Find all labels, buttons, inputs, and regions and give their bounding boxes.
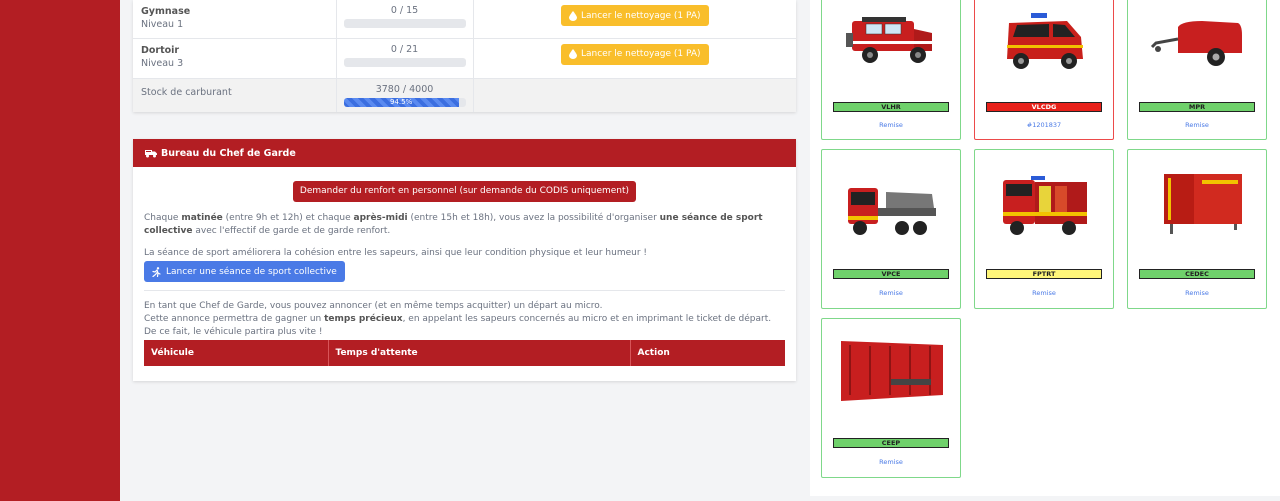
resource-level: Niveau 1 xyxy=(141,19,184,30)
vehicle-card-cedec[interactable]: CEDEC Remise xyxy=(1127,149,1267,309)
vehicle-image xyxy=(1164,174,1242,234)
resource-count: 0 / 15 xyxy=(390,5,419,16)
column-header-vehicle: Véhicule xyxy=(144,340,329,366)
vehicle-label: FPTRT xyxy=(986,269,1102,279)
sidebar xyxy=(0,0,120,501)
sport-effect-text: La séance de sport améliorera la cohésio… xyxy=(144,248,648,258)
vehicle-status[interactable]: Remise xyxy=(1128,289,1266,297)
resource-level: Niveau 3 xyxy=(141,57,184,69)
vehicle-status[interactable]: Remise xyxy=(822,458,960,466)
fuel-progress-fill: 94.5% xyxy=(343,97,459,107)
sport-button-label: Lancer une séance de sport collective xyxy=(166,266,337,277)
resource-row-dortoir: Dortoir Niveau 3 0 / 21 Lancer le nettoy… xyxy=(133,38,796,79)
vehicle-label: VLHR xyxy=(833,102,949,112)
water-drop-icon xyxy=(568,49,577,59)
vehicle-status[interactable]: Remise xyxy=(822,121,960,129)
fuel-label: Stock de carburant xyxy=(141,86,232,98)
departures-table: Véhicule Temps d'attente Action xyxy=(144,340,785,366)
bureau-title: Bureau du Chef de Garde xyxy=(161,147,296,159)
progress-bar xyxy=(343,57,466,67)
vehicle-label: CEEP xyxy=(833,438,949,448)
resource-row-gymnase: Gymnase Niveau 1 0 / 15 Lancer le nettoy… xyxy=(133,0,796,39)
fire-truck-icon xyxy=(145,149,157,157)
resources-table: Gymnase Niveau 1 0 / 15 Lancer le nettoy… xyxy=(133,0,796,112)
clean-button-label: Lancer le nettoyage (1 PA) xyxy=(580,10,701,21)
vehicle-image xyxy=(1007,13,1083,69)
resource-row-fuel: Stock de carburant 3780 / 4000 94.5% xyxy=(133,78,796,112)
vehicle-image xyxy=(1150,21,1242,66)
request-reinforcement-button[interactable]: Demander du renfort en personnel (sur de… xyxy=(292,181,637,202)
running-person-icon xyxy=(152,266,161,277)
resource-count: 0 / 21 xyxy=(390,43,419,55)
vehicle-card-vlcdg[interactable]: VLCDG #1201837 xyxy=(974,0,1114,140)
fuel-count: 3780 / 4000 xyxy=(375,83,434,95)
vehicle-image xyxy=(1003,176,1087,235)
column-header-wait-time: Temps d'attente xyxy=(328,340,631,366)
progress-bar xyxy=(343,19,466,28)
vehicle-card-mpr[interactable]: MPR Remise xyxy=(1127,0,1267,140)
vehicle-card-vlhr[interactable]: VLHR Remise xyxy=(821,0,961,140)
bureau-header: Bureau du Chef de Garde xyxy=(133,139,796,167)
vehicle-image xyxy=(848,188,936,235)
vehicle-status[interactable]: #1201837 xyxy=(975,121,1113,129)
column-header-action: Action xyxy=(630,340,785,366)
vehicles-panel: VLHR Remise VLCDG #1201837 MPR Remise VP… xyxy=(810,0,1280,496)
departure-benefit-text: Cette annonce permettra de gagner un tem… xyxy=(144,314,772,337)
vehicle-label: VPCE xyxy=(833,269,949,279)
departure-announce-text: En tant que Chef de Garde, vous pouvez a… xyxy=(144,301,603,311)
vehicle-image xyxy=(841,341,943,401)
clean-button[interactable]: Lancer le nettoyage (1 PA) xyxy=(560,5,709,26)
divider xyxy=(144,290,785,291)
vehicle-image xyxy=(846,17,932,63)
vehicle-status[interactable]: Remise xyxy=(1128,121,1266,129)
vehicle-label: MPR xyxy=(1139,102,1255,112)
vehicle-label: CEDEC xyxy=(1139,269,1255,279)
fuel-progress-bar: 94.5% xyxy=(343,97,466,107)
clean-button-label: Lancer le nettoyage (1 PA) xyxy=(580,49,701,59)
bureau-card: Bureau du Chef de Garde Demander du renf… xyxy=(133,139,796,381)
clean-button[interactable]: Lancer le nettoyage (1 PA) xyxy=(560,43,709,65)
vehicle-status[interactable]: Remise xyxy=(975,289,1113,297)
vehicle-status[interactable]: Remise xyxy=(822,289,960,297)
water-drop-icon xyxy=(568,10,577,21)
vehicle-card-fptrt[interactable]: FPTRT Remise xyxy=(974,149,1114,309)
resources-card: Gymnase Niveau 1 0 / 15 Lancer le nettoy… xyxy=(133,0,796,112)
resource-name: Dortoir xyxy=(141,44,180,56)
vehicle-card-vpce[interactable]: VPCE Remise xyxy=(821,149,961,309)
start-sport-session-button[interactable]: Lancer une séance de sport collective xyxy=(144,261,345,282)
sport-description: Chaque matinée (entre 9h et 12h) et chaq… xyxy=(144,213,763,236)
vehicle-label: VLCDG xyxy=(986,102,1102,112)
resource-name: Gymnase xyxy=(141,6,191,17)
vehicle-card-ceep[interactable]: CEEP Remise xyxy=(821,318,961,478)
